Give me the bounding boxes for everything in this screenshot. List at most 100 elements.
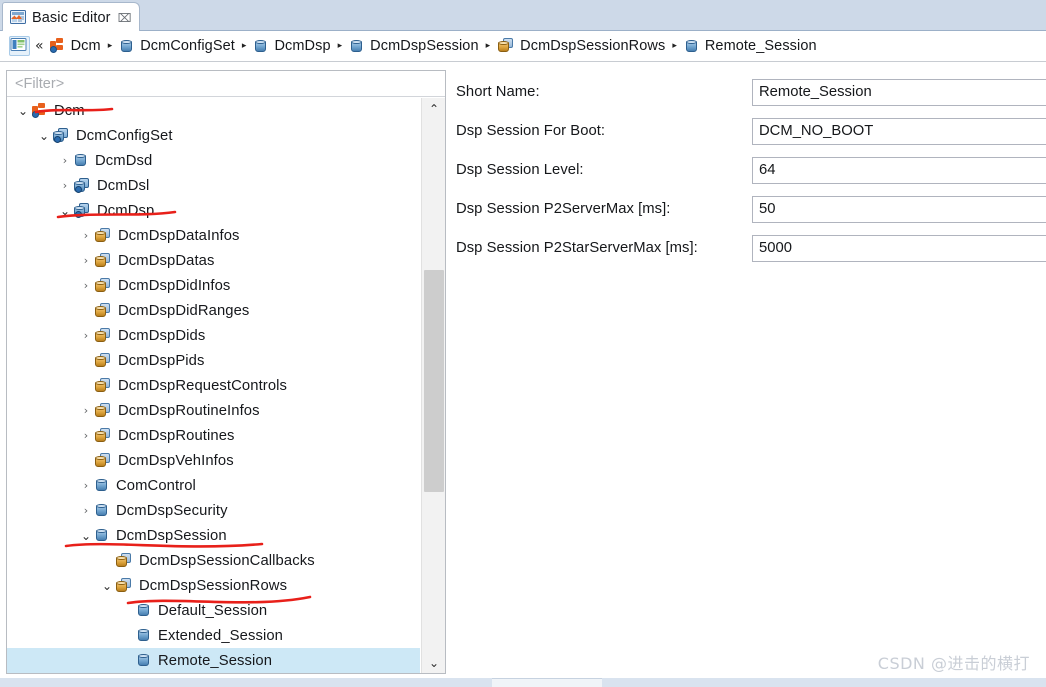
scroll-down-icon[interactable]: ⌄ <box>422 652 445 673</box>
breadcrumb-label: DcmConfigSet <box>140 38 235 54</box>
tree-item-label: DcmDsp <box>97 202 155 219</box>
cylinder-icon <box>136 603 152 618</box>
tree-row[interactable]: › DcmDspRoutineInfos <box>7 398 420 423</box>
cylinder-icon <box>253 39 269 54</box>
tree-item-label: DcmDspPids <box>118 352 205 369</box>
tree-row[interactable]: DcmDspVehInfos <box>7 448 420 473</box>
tree-row[interactable]: › DcmDsd <box>7 148 420 173</box>
tree-filter-input[interactable]: <Filter> <box>7 71 445 97</box>
tree-row[interactable]: › DcmDspRoutines <box>7 423 420 448</box>
chevron-right-icon[interactable]: › <box>57 155 73 166</box>
orange-cylinder-icon <box>497 38 515 54</box>
breadcrumb-separator-icon: ▸ <box>337 41 343 51</box>
breadcrumb-home-icon[interactable] <box>9 36 30 56</box>
chevron-down-icon[interactable]: ⌄ <box>78 530 94 542</box>
form-field-input[interactable]: 64 <box>752 156 1046 184</box>
breadcrumb-separator-icon: ▸ <box>241 41 247 51</box>
breadcrumb-separator-icon: ▸ <box>107 41 113 51</box>
chevron-right-icon[interactable]: › <box>78 480 94 491</box>
tree-row[interactable]: Remote_Session <box>7 648 420 673</box>
tree-item-label: DcmDspDids <box>118 327 206 344</box>
tree-row[interactable]: › DcmDspSecurity <box>7 498 420 523</box>
module-icon <box>49 38 66 54</box>
form-field-label: Dsp Session P2StarServerMax [ms]: <box>456 240 698 256</box>
breadcrumb-item-remote-session[interactable]: Remote_Session <box>684 38 817 54</box>
breadcrumb-item-dcmdspsessionrows[interactable]: DcmDspSessionRows <box>497 38 665 54</box>
breadcrumb-label: DcmDspSessionRows <box>520 38 666 54</box>
chevron-right-icon[interactable]: › <box>78 430 94 441</box>
chevron-right-icon[interactable]: › <box>78 405 94 416</box>
chevron-down-icon[interactable]: ⌄ <box>99 580 115 592</box>
chevron-right-icon[interactable]: › <box>78 255 94 266</box>
form-row: Dsp Session For Boot: DCM_NO_BOOT <box>456 117 1046 145</box>
tree-item-label: DcmDspSecurity <box>116 502 228 519</box>
tree-row[interactable]: ⌄ DcmConfigSet <box>7 123 420 148</box>
tree-item-label: DcmDspDidRanges <box>118 302 250 319</box>
chevron-right-icon[interactable]: › <box>78 280 94 291</box>
orange-cylinder-icon <box>94 452 112 469</box>
breadcrumb-separator-icon: ▸ <box>485 41 491 51</box>
tree-filter-placeholder: <Filter> <box>15 75 65 92</box>
breadcrumb-item-dcmdspsession[interactable]: DcmDspSession <box>349 38 479 54</box>
cylinder-icon <box>136 653 152 668</box>
tree-item-label: Default_Session <box>158 602 268 619</box>
cylinder-icon <box>684 39 700 54</box>
tree-row[interactable]: DcmDspDidRanges <box>7 298 420 323</box>
tree-item-label: DcmDspDatas <box>118 252 215 269</box>
chevron-down-icon[interactable]: ⌄ <box>57 205 73 217</box>
tree-item-label: DcmDspSession <box>116 527 227 544</box>
tree-item-label: Dcm <box>54 102 85 119</box>
tree-item-label: Remote_Session <box>158 652 273 669</box>
breadcrumb-collapse-icon[interactable]: « <box>35 38 44 54</box>
form-field-input[interactable]: 5000 <box>752 234 1046 262</box>
tree-row[interactable]: Default_Session <box>7 598 420 623</box>
scrollbar-thumb[interactable] <box>424 270 444 492</box>
form-row: Short Name: Remote_Session <box>456 78 1046 106</box>
tree-row[interactable]: ⌄ DcmDspSessionRows <box>7 573 420 598</box>
tree-row[interactable]: › DcmDspDids <box>7 323 420 348</box>
tree-row[interactable]: › DcmDspDataInfos <box>7 223 420 248</box>
tree-row[interactable]: ⌄ DcmDsp <box>7 198 420 223</box>
form-row: Dsp Session P2StarServerMax [ms]: 5000 <box>456 234 1046 262</box>
chevron-right-icon[interactable]: › <box>57 180 73 191</box>
breadcrumb-label: Remote_Session <box>704 38 817 54</box>
tree-row[interactable]: ⌄ DcmDspSession <box>7 523 420 548</box>
breadcrumb-label: Dcm <box>70 38 101 54</box>
tree-row[interactable]: ⌄ Dcm <box>7 98 420 123</box>
multi-cylinder-icon <box>73 202 91 219</box>
breadcrumb-item-dcmdsp[interactable]: DcmDsp <box>253 38 331 54</box>
cylinder-icon <box>94 503 110 518</box>
form-field-input[interactable]: 50 <box>752 195 1046 223</box>
form-row: Dsp Session Level: 64 <box>456 156 1046 184</box>
form-field-input[interactable]: Remote_Session <box>752 78 1046 106</box>
breadcrumb-label: DcmDspSession <box>370 38 479 54</box>
scroll-up-icon[interactable]: ⌃ <box>422 98 445 120</box>
chevron-down-icon[interactable]: ⌄ <box>15 105 31 117</box>
tab-basic-editor[interactable]: Basic Editor ⌧ <box>2 2 141 32</box>
form-field-input[interactable]: DCM_NO_BOOT <box>752 117 1046 145</box>
tree-row[interactable]: DcmDspPids <box>7 348 420 373</box>
form-field-label: Dsp Session P2ServerMax [ms]: <box>456 201 671 217</box>
tree-row[interactable]: › DcmDspDidInfos <box>7 273 420 298</box>
breadcrumb-separator-icon: ▸ <box>672 41 677 51</box>
tree-row[interactable]: DcmDspRequestControls <box>7 373 420 398</box>
tree-row[interactable]: › ComControl <box>7 473 420 498</box>
orange-cylinder-icon <box>94 352 112 369</box>
tree-row[interactable]: › DcmDsl <box>7 173 420 198</box>
chevron-right-icon[interactable]: › <box>78 330 94 341</box>
chevron-right-icon[interactable]: › <box>78 505 94 516</box>
close-icon[interactable]: ⌧ <box>118 12 132 24</box>
chevron-right-icon[interactable]: › <box>78 230 94 241</box>
tree-row[interactable]: DcmDspSessionCallbacks <box>7 548 420 573</box>
cylinder-icon <box>119 39 135 54</box>
property-form: Short Name: Remote_Session Dsp Session For… <box>456 70 1046 674</box>
breadcrumb-item-dcm[interactable]: Dcm <box>49 38 101 54</box>
tree-vertical-scrollbar[interactable]: ⌃ ⌄ <box>421 98 445 673</box>
chevron-down-icon[interactable]: ⌄ <box>36 130 52 142</box>
tree-row[interactable]: › DcmDspDatas <box>7 248 420 273</box>
multi-cylinder-icon <box>52 127 70 144</box>
watermark: CSDN @进击的横打 <box>877 654 1030 673</box>
breadcrumb-item-dcmconfigset[interactable]: DcmConfigSet <box>119 38 235 54</box>
bottom-resize-handle[interactable] <box>492 678 602 687</box>
tree-row[interactable]: Extended_Session <box>7 623 420 648</box>
